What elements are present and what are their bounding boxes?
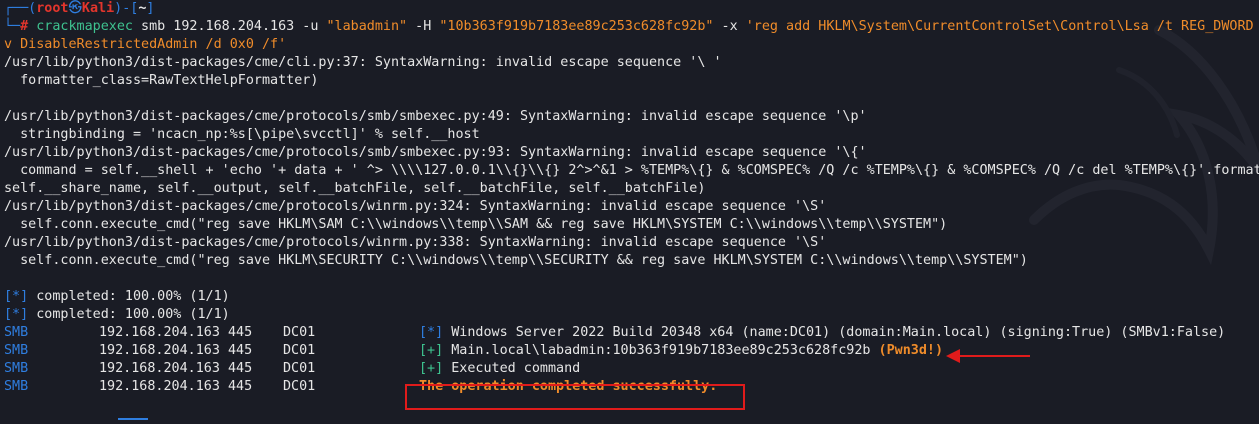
command-line-2[interactable]: v DisableRestrictedAdmin /d 0x0 /f': [4, 36, 1259, 54]
output-line: command = self.__shell + 'echo '+ data +…: [4, 163, 1259, 178]
terminal-window[interactable]: ┌──(root㉿Kali)-[~] └─# crackmapexec smb …: [0, 0, 1259, 424]
prompt-cursor-fragment: [118, 418, 148, 424]
highlight-box: [405, 384, 745, 410]
output-line: /usr/lib/python3/dist-packages/cme/proto…: [4, 199, 827, 214]
prompt-line: ┌──(root㉿Kali)-[~]: [4, 1, 155, 16]
output-line: self.conn.execute_cmd("reg save HKLM\SAM…: [4, 217, 948, 232]
output-line: stringbinding = 'ncacn_np:%s[\pipe\svcct…: [4, 127, 480, 142]
smb-result-row: SMB 192.168.204.163 445 DC01 [*] Windows…: [4, 325, 1226, 340]
output-line: /usr/lib/python3/dist-packages/cme/proto…: [4, 109, 867, 124]
output-line: self.__share_name, self.__output, self._…: [4, 181, 706, 196]
output-line: /usr/lib/python3/dist-packages/cme/proto…: [4, 235, 827, 250]
output-line: formatter_class=RawTextHelpFormatter): [4, 73, 319, 88]
arrow-left-icon: [946, 349, 1030, 363]
smb-result-row: SMB 192.168.204.163 445 DC01 [+] Main.lo…: [4, 343, 944, 358]
output-line: self.conn.execute_cmd("reg save HKLM\SEC…: [4, 253, 1028, 268]
pwned-badge: (Pwn3d!): [878, 343, 944, 358]
smb-result-row: SMB 192.168.204.163 445 DC01 [+] Execute…: [4, 361, 581, 376]
command-line-1[interactable]: └─# crackmapexec smb 192.168.204.163 -u …: [4, 18, 1259, 36]
status-line: [*] completed: 100.00% (1/1): [4, 307, 230, 322]
output-line: /usr/lib/python3/dist-packages/cme/cli.p…: [4, 55, 722, 70]
status-line: [*] completed: 100.00% (1/1): [4, 289, 230, 304]
output-line: /usr/lib/python3/dist-packages/cme/proto…: [4, 145, 867, 160]
